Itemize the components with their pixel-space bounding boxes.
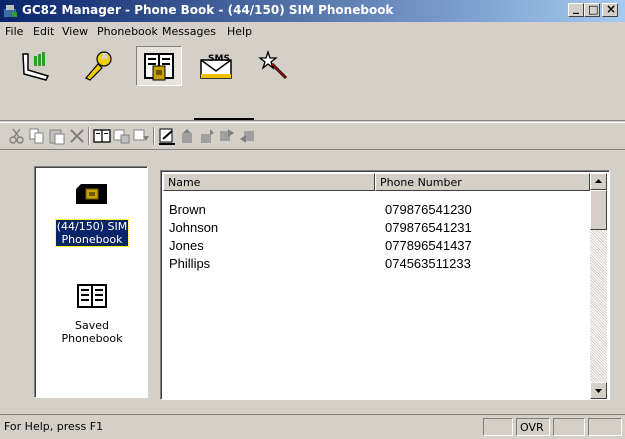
minimize-icon: _ xyxy=(573,0,579,14)
sim-card-icon xyxy=(76,184,107,204)
menu-bar: File Edit View Phonebook Messages Help xyxy=(0,22,625,42)
contact-name: Johnson xyxy=(169,220,219,235)
edit-entry-icon xyxy=(159,128,175,145)
contact-phone: 077896541437 xyxy=(385,238,472,253)
sms-envelope-icon: SMS xyxy=(200,54,232,79)
saved-phonebook-label: Saved Phonebook xyxy=(61,319,123,345)
ovr-indicator: OVR xyxy=(516,418,550,436)
paste-icon xyxy=(49,129,65,145)
book-icon xyxy=(77,284,107,308)
phone-connection-icon xyxy=(22,52,50,81)
send-button[interactable] xyxy=(218,127,236,145)
wizard-button[interactable] xyxy=(250,46,296,86)
scroll-up-button[interactable] xyxy=(590,173,607,190)
sim-phonebook-label: (44/150) SIM Phonebook xyxy=(54,219,130,247)
window-title: GC82 Manager - Phone Book - (44/150) SIM… xyxy=(22,3,394,17)
maximize-button[interactable]: □ xyxy=(584,3,600,17)
menu-messages[interactable]: Messages xyxy=(162,25,216,38)
status-pane xyxy=(553,418,585,436)
phonebook-icon xyxy=(144,53,174,81)
edit-toolbar xyxy=(0,122,625,150)
menu-help[interactable]: Help xyxy=(227,25,252,38)
close-icon: × xyxy=(606,2,617,16)
column-header-phone[interactable]: Phone Number xyxy=(375,173,590,191)
move-down-button[interactable] xyxy=(198,127,216,145)
contact-name: Phillips xyxy=(169,256,211,271)
copy-to-sim-icon xyxy=(113,129,130,144)
app-icon xyxy=(4,5,17,17)
menu-view[interactable]: View xyxy=(62,25,88,38)
sim-phonebook-item[interactable]: (44/150) SIM Phonebook xyxy=(35,183,149,247)
phone-connection-button[interactable] xyxy=(14,46,60,86)
delete-icon xyxy=(70,129,84,143)
minimize-button[interactable]: _ xyxy=(568,0,584,17)
active-tab-underline xyxy=(194,118,254,120)
contact-phone: 079876541230 xyxy=(385,202,472,217)
title-bar: GC82 Manager - Phone Book - (44/150) SIM… xyxy=(0,0,625,22)
contact-list: Name Phone Number Brown 079876541230 Joh… xyxy=(160,170,610,400)
menu-file[interactable]: File xyxy=(5,25,23,38)
status-pane xyxy=(588,418,622,436)
close-button[interactable]: × xyxy=(602,2,618,17)
toolbar-separator xyxy=(88,127,90,145)
messages-button[interactable]: SMS xyxy=(193,46,239,86)
copy-to-saved-icon xyxy=(133,129,149,141)
cut-icon xyxy=(9,128,24,144)
copy-to-sim-button[interactable] xyxy=(113,127,131,145)
column-header-name[interactable]: Name xyxy=(163,173,375,191)
settings-wrench-icon xyxy=(85,51,112,81)
move-down-icon xyxy=(201,129,214,143)
menu-edit[interactable]: Edit xyxy=(33,25,54,38)
move-up-icon xyxy=(182,129,192,143)
phonebook-selector: (44/150) SIM Phonebook Saved Phonebook xyxy=(34,166,148,398)
vertical-scrollbar[interactable] xyxy=(590,173,607,399)
copy-icon xyxy=(29,128,44,144)
contact-phone: 079876541231 xyxy=(385,220,472,235)
menu-phonebook[interactable]: Phonebook xyxy=(97,25,158,38)
edit-entry-button[interactable] xyxy=(158,127,176,145)
receive-button[interactable] xyxy=(238,127,256,145)
status-pane xyxy=(483,418,513,436)
settings-button[interactable] xyxy=(74,46,120,86)
help-text: For Help, press F1 xyxy=(4,420,104,433)
contact-name: Brown xyxy=(169,202,206,217)
scroll-down-button[interactable] xyxy=(590,382,607,399)
arrow-up-icon xyxy=(595,179,602,183)
send-icon xyxy=(220,129,234,141)
contact-phone: 074563511233 xyxy=(385,256,471,271)
saved-phonebook-item[interactable]: Saved Phonebook xyxy=(35,283,149,345)
open-phonebook-button[interactable] xyxy=(93,127,111,145)
main-toolbar: SMS xyxy=(0,42,625,121)
arrow-down-icon xyxy=(595,389,602,393)
receive-icon xyxy=(240,131,254,143)
copy-to-saved-button[interactable] xyxy=(133,127,151,145)
sms-label: SMS xyxy=(208,54,230,64)
delete-button[interactable] xyxy=(68,127,86,145)
paste-button[interactable] xyxy=(48,127,66,145)
toolbar-separator xyxy=(153,127,155,145)
copy-button[interactable] xyxy=(28,127,46,145)
cut-button[interactable] xyxy=(8,127,26,145)
status-bar: For Help, press F1 OVR xyxy=(0,414,625,439)
phonebook-button[interactable] xyxy=(136,46,182,86)
move-up-button[interactable] xyxy=(178,127,196,145)
contact-name: Jones xyxy=(169,238,204,253)
maximize-icon: □ xyxy=(588,3,599,16)
open-phonebook-icon xyxy=(93,129,111,143)
wizard-wand-icon xyxy=(258,50,288,80)
scroll-thumb[interactable] xyxy=(590,190,607,230)
